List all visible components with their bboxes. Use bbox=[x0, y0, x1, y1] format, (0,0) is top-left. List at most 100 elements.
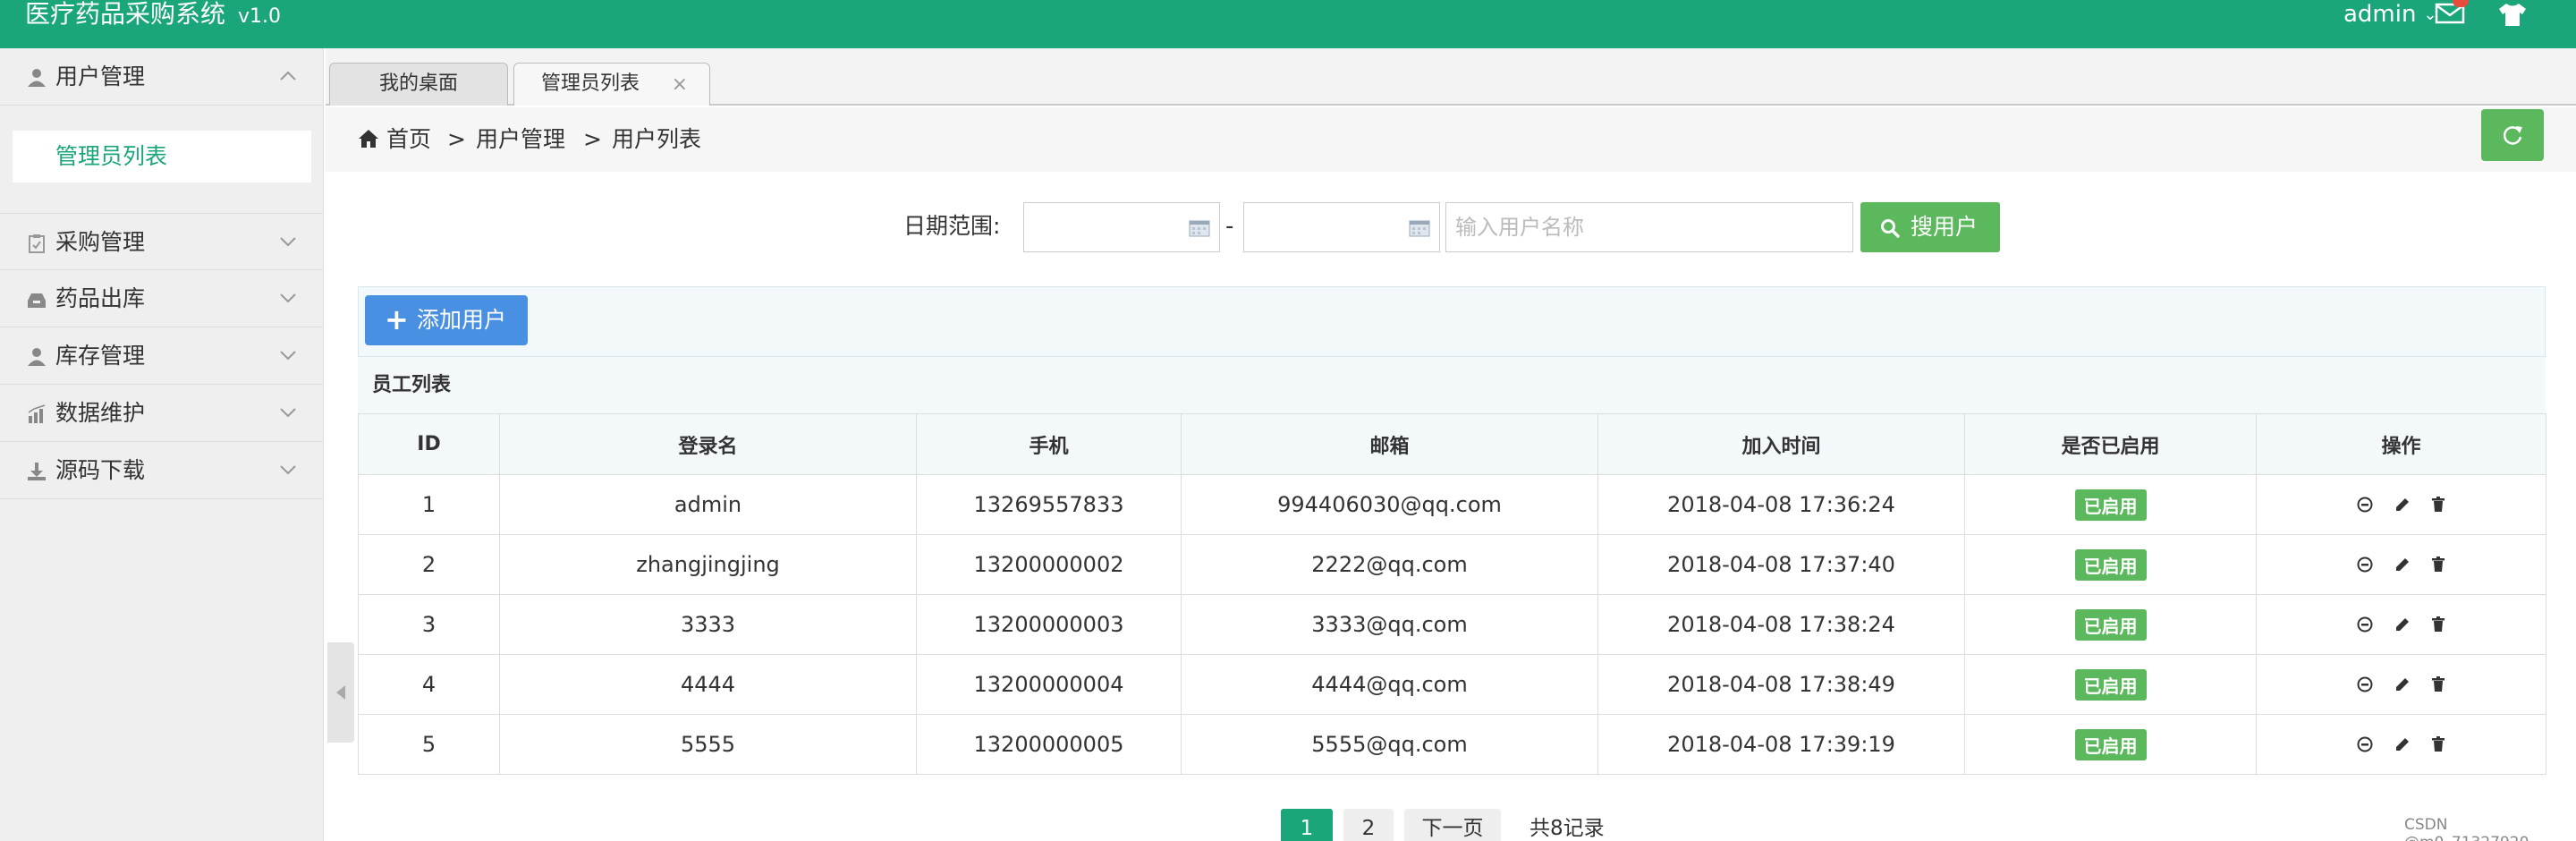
search-button-label: 搜用户 bbox=[1911, 214, 1979, 240]
search-user-button[interactable]: 搜用户 bbox=[1860, 202, 2000, 252]
tab-my-desktop[interactable]: 我的桌面 bbox=[329, 63, 508, 106]
panel-title: 员工列表 bbox=[358, 356, 2546, 413]
chevron-up-icon bbox=[280, 71, 296, 81]
status-badge: 已启用 bbox=[2074, 608, 2147, 641]
sidebar-item-user-management[interactable]: 用户管理 bbox=[0, 48, 324, 106]
sidebar-item-label: 用户管理 bbox=[55, 64, 146, 89]
edit-icon[interactable] bbox=[2394, 493, 2411, 518]
sidebar-item-label: 库存管理 bbox=[55, 343, 146, 369]
cell-id: 4 bbox=[358, 654, 500, 715]
sidebar-collapse-handle[interactable] bbox=[327, 642, 354, 743]
cell-status: 已启用 bbox=[1964, 474, 2257, 535]
chevron-down-icon bbox=[280, 408, 296, 418]
calendar-icon[interactable] bbox=[1189, 219, 1210, 237]
status-badge: 已启用 bbox=[2074, 728, 2147, 760]
breadcrumb-user-management[interactable]: 用户管理 bbox=[476, 107, 565, 172]
cell-login: 4444 bbox=[499, 654, 917, 715]
column-header-phone: 手机 bbox=[916, 413, 1182, 475]
disable-icon[interactable] bbox=[2357, 673, 2373, 698]
app-title-text: 医疗药品采购系统 bbox=[25, 0, 226, 29]
tab-bar: 我的桌面 管理员列表 × bbox=[326, 48, 2576, 106]
chevron-down-icon bbox=[280, 293, 296, 303]
plus-icon: + bbox=[385, 302, 409, 336]
sidebar-item-purchase[interactable]: 采购管理 bbox=[0, 213, 324, 270]
refresh-button[interactable] bbox=[2481, 109, 2544, 161]
breadcrumb-home[interactable]: 首页 bbox=[386, 107, 431, 172]
edit-icon[interactable] bbox=[2394, 613, 2411, 638]
username-search-input[interactable] bbox=[1445, 202, 1853, 252]
page-2-button[interactable]: 2 bbox=[1343, 809, 1394, 841]
breadcrumb-user-list: 用户列表 bbox=[612, 126, 702, 152]
edit-icon[interactable] bbox=[2394, 553, 2411, 578]
cell-phone: 13200000003 bbox=[916, 594, 1182, 655]
search-icon bbox=[1881, 219, 1900, 238]
cell-phone: 13269557833 bbox=[916, 474, 1182, 535]
column-header-login: 登录名 bbox=[499, 413, 917, 475]
close-icon[interactable]: × bbox=[672, 73, 688, 96]
bar-chart-icon bbox=[28, 404, 46, 423]
add-user-button[interactable]: + 添加用户 bbox=[365, 295, 528, 345]
theme-icon[interactable] bbox=[2497, 2, 2528, 27]
cell-id: 2 bbox=[358, 534, 500, 595]
sidebar-item-data-maintenance[interactable]: 数据维护 bbox=[0, 385, 324, 442]
table-row: 5 5555 13200000005 5555@qq.com 2018-04-0… bbox=[358, 714, 2546, 775]
column-header-joined: 加入时间 bbox=[1597, 413, 1965, 475]
end-date-input[interactable] bbox=[1243, 202, 1440, 252]
cell-email: 994406030@qq.com bbox=[1181, 474, 1598, 535]
disable-icon[interactable] bbox=[2357, 493, 2373, 518]
column-header-enabled: 是否已启用 bbox=[1964, 413, 2257, 475]
edit-icon[interactable] bbox=[2394, 673, 2411, 698]
disable-icon[interactable] bbox=[2357, 733, 2373, 758]
cell-joined: 2018-04-08 17:37:40 bbox=[1597, 534, 1965, 595]
column-header-actions: 操作 bbox=[2256, 413, 2546, 475]
sidebar-subitem-label: 管理员列表 bbox=[55, 143, 168, 169]
status-badge: 已启用 bbox=[2074, 668, 2147, 701]
disable-icon[interactable] bbox=[2357, 553, 2373, 578]
breadcrumb-separator: > bbox=[583, 126, 602, 152]
date-range-label: 日期范围: bbox=[903, 213, 1001, 239]
delete-icon[interactable] bbox=[2431, 673, 2445, 698]
sidebar-item-source-download[interactable]: 源码下载 bbox=[0, 442, 324, 499]
cell-login: 3333 bbox=[499, 594, 917, 655]
cell-phone: 13200000002 bbox=[916, 534, 1182, 595]
total-records: 共8记录 bbox=[1530, 817, 1605, 840]
top-header: 医疗药品采购系统 v1.0 admin ⌄ bbox=[0, 0, 2576, 48]
cell-login: 5555 bbox=[499, 714, 917, 775]
cell-joined: 2018-04-08 17:39:19 bbox=[1597, 714, 1965, 775]
cell-status: 已启用 bbox=[1964, 534, 2257, 595]
tab-admin-list[interactable]: 管理员列表 × bbox=[513, 63, 710, 106]
sidebar-item-label: 数据维护 bbox=[55, 400, 146, 426]
table-row: 1 admin 13269557833 994406030@qq.com 201… bbox=[358, 474, 2546, 535]
page-1-button[interactable]: 1 bbox=[1281, 809, 1333, 841]
sidebar-item-outbound[interactable]: 药品出库 bbox=[0, 270, 324, 327]
app-version: v1.0 bbox=[238, 5, 282, 28]
app-title[interactable]: 医疗药品采购系统 v1.0 bbox=[25, 0, 281, 29]
inbox-icon bbox=[28, 293, 46, 308]
table-row: 2 zhangjingjing 13200000002 2222@qq.com … bbox=[358, 534, 2546, 595]
calendar-icon[interactable] bbox=[1409, 219, 1430, 237]
edit-icon[interactable] bbox=[2394, 733, 2411, 758]
column-header-id: ID bbox=[358, 413, 500, 475]
sidebar-item-inventory[interactable]: 库存管理 bbox=[0, 327, 324, 385]
disable-icon[interactable] bbox=[2357, 613, 2373, 638]
sidebar-item-label: 源码下载 bbox=[55, 457, 146, 483]
sidebar-subitem-admin-list[interactable]: 管理员列表 bbox=[13, 131, 311, 183]
start-date-input[interactable] bbox=[1023, 202, 1220, 252]
status-badge: 已启用 bbox=[2074, 488, 2147, 521]
cell-id: 1 bbox=[358, 474, 500, 535]
next-page-button[interactable]: 下一页 bbox=[1404, 809, 1501, 841]
cell-id: 5 bbox=[358, 714, 500, 775]
sidebar-item-label: 药品出库 bbox=[55, 285, 146, 311]
user-name: admin bbox=[2343, 1, 2417, 28]
download-icon bbox=[28, 463, 46, 480]
cell-joined: 2018-04-08 17:38:24 bbox=[1597, 594, 1965, 655]
delete-icon[interactable] bbox=[2431, 613, 2445, 638]
user-menu[interactable]: admin ⌄ bbox=[2343, 0, 2437, 29]
delete-icon[interactable] bbox=[2431, 553, 2445, 578]
cell-actions bbox=[2256, 594, 2546, 655]
cell-login: zhangjingjing bbox=[499, 534, 917, 595]
chevron-down-icon bbox=[280, 237, 296, 247]
delete-icon[interactable] bbox=[2431, 493, 2445, 518]
table-row: 3 3333 13200000003 3333@qq.com 2018-04-0… bbox=[358, 594, 2546, 655]
delete-icon[interactable] bbox=[2431, 733, 2445, 758]
